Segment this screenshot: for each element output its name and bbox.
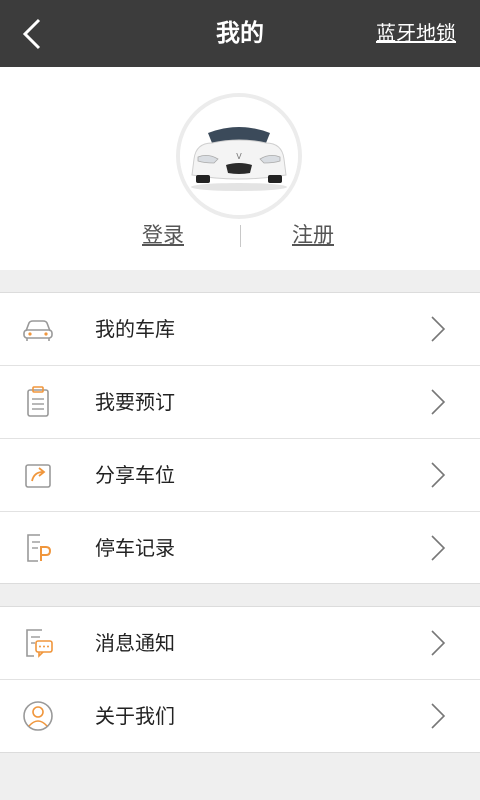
chevron-right-icon (431, 703, 446, 729)
menu-label: 消息通知 (95, 631, 175, 655)
share-icon (25, 464, 51, 488)
chevron-right-icon (431, 535, 446, 561)
auth-divider (240, 225, 241, 247)
message-icon (26, 629, 53, 658)
chevron-right-icon (431, 316, 446, 342)
top-bar: 我的 蓝牙地锁 (0, 0, 480, 67)
user-circle-icon (23, 701, 53, 731)
profile-section: V 登录 注册 (0, 67, 480, 270)
chevron-right-icon (431, 630, 446, 656)
register-link[interactable]: 注册 (292, 219, 334, 249)
menu-item-share-spot[interactable]: 分享车位 (0, 439, 480, 512)
menu-label: 我的车库 (95, 317, 175, 341)
car-avatar-image: V (180, 97, 298, 215)
auth-row: 登录 注册 (0, 219, 480, 253)
car-icon (23, 320, 53, 341)
menu-label: 分享车位 (95, 463, 175, 487)
chevron-right-icon (431, 462, 446, 488)
avatar[interactable]: V (180, 97, 298, 215)
clipboard-icon (27, 386, 49, 417)
menu-label: 我要预订 (95, 390, 175, 414)
menu-group-secondary: 消息通知 关于我们 (0, 606, 480, 753)
menu-group-main: 我的车库 我要预订 分享车位 停车记录 (0, 292, 480, 584)
menu-item-parking-record[interactable]: 停车记录 (0, 512, 480, 584)
login-link[interactable]: 登录 (142, 219, 184, 249)
menu-item-notifications[interactable]: 消息通知 (0, 607, 480, 680)
menu-item-about-us[interactable]: 关于我们 (0, 680, 480, 752)
parking-record-icon (27, 534, 52, 562)
menu-item-reserve[interactable]: 我要预订 (0, 366, 480, 439)
chevron-right-icon (431, 389, 446, 415)
menu-label: 关于我们 (95, 704, 175, 728)
menu-item-my-garage[interactable]: 我的车库 (0, 293, 480, 366)
menu-label: 停车记录 (95, 536, 175, 560)
bluetooth-lock-link[interactable]: 蓝牙地锁 (376, 0, 456, 67)
svg-text:V: V (236, 152, 242, 161)
